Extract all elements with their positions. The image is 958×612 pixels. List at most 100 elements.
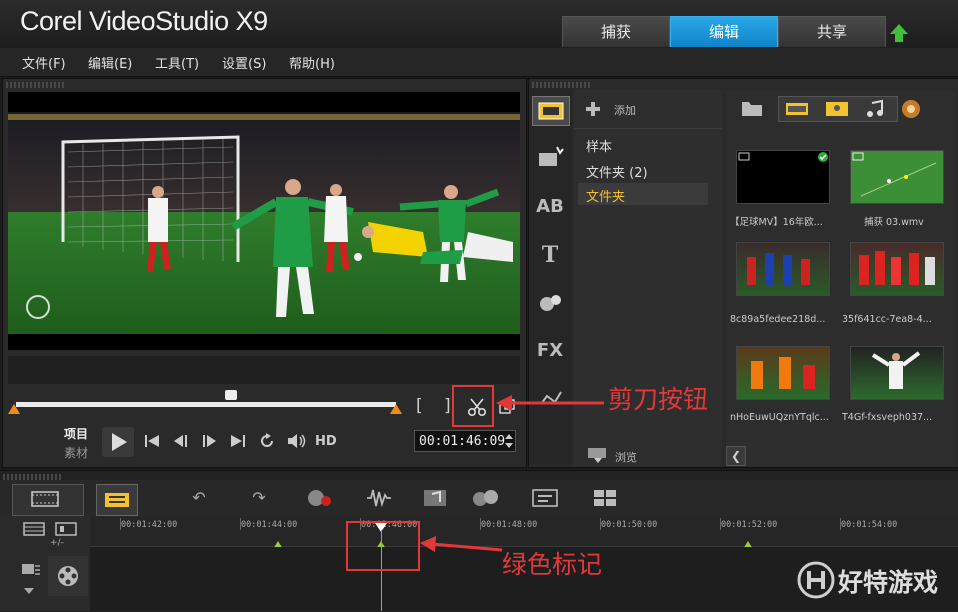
timecode-field[interactable]: 00:01:46:09 [414, 430, 516, 452]
divider [574, 128, 722, 129]
timeline-view-button[interactable] [96, 484, 138, 516]
scroll-left-button[interactable]: ❮ [726, 446, 746, 466]
graphic-icon[interactable] [537, 290, 565, 314]
thumbnail-caption: 35f641cc-7ea8-4... [842, 314, 932, 325]
sound-mixer-icon[interactable] [364, 486, 394, 510]
timeline-view-icon [105, 493, 129, 507]
annotation-arrow-icon [496, 395, 604, 411]
filter-fx-icon[interactable]: FX [536, 340, 564, 366]
redo-icon[interactable]: ↷ [244, 486, 274, 510]
menu-tools[interactable]: 工具(T) [155, 53, 199, 72]
mark-in-button[interactable]: [ [416, 396, 423, 416]
thumbnail-caption: nHoEuwUQznYTqlc... [730, 412, 829, 423]
motion-tracking-icon[interactable] [470, 486, 502, 510]
record-capture-icon[interactable] [304, 486, 334, 510]
player-separator [8, 356, 520, 384]
show-video-icon[interactable] [784, 100, 810, 118]
go-to-end-icon[interactable] [229, 433, 247, 449]
ruler-label: 00:01:44:00 [241, 520, 298, 530]
menu-bar [0, 48, 958, 77]
title-icon[interactable]: T [536, 242, 564, 268]
show-photo-icon[interactable] [824, 100, 850, 118]
zoom-control[interactable]: +/- [50, 538, 64, 548]
thumbnail-caption: 8c89a5fedee218d... [730, 314, 826, 325]
video-track-header[interactable] [48, 556, 88, 596]
previous-frame-icon[interactable] [171, 433, 191, 449]
scissors-annotation-label: 剪刀按钮 [608, 385, 709, 414]
chapter-marker-icon[interactable] [54, 521, 78, 537]
timecode-spinner-icon[interactable] [504, 432, 514, 450]
transition-icon[interactable]: AB [536, 196, 564, 222]
media-category-button[interactable] [532, 96, 570, 126]
trim-start-marker[interactable] [8, 404, 20, 414]
sort-icon[interactable] [900, 98, 922, 120]
thumbnail-image [871, 351, 921, 389]
subtitle-editor-icon[interactable] [530, 486, 560, 510]
tab-share[interactable]: 共享 [778, 16, 886, 47]
track-collapse-icon[interactable] [22, 586, 36, 596]
thumbnail-caption: 捕获 03.wmv [864, 217, 924, 228]
thumbnail-caption: 【足球MV】16年欧... [730, 217, 823, 228]
tab-capture[interactable]: 捕获 [562, 16, 670, 47]
auto-music-icon[interactable] [420, 486, 450, 510]
app-title: Corel VideoStudio X9 [20, 6, 268, 36]
browse-icon[interactable] [586, 446, 610, 464]
menu-file[interactable]: 文件(F) [22, 53, 66, 72]
mode-clip-label[interactable]: 素材 [64, 444, 88, 461]
ruler-label: 00:01:42:00 [121, 520, 178, 530]
add-folder-button[interactable]: 添加 [614, 102, 636, 118]
upload-arrow-icon[interactable] [888, 22, 910, 44]
repeat-icon[interactable] [258, 432, 276, 450]
browse-button[interactable]: 浏览 [615, 449, 637, 465]
next-frame-icon[interactable] [199, 433, 219, 449]
volume-icon[interactable] [286, 432, 308, 450]
undo-icon[interactable]: ↶ [184, 486, 214, 510]
video-preview[interactable] [8, 92, 520, 350]
folder-open-icon[interactable] [740, 98, 764, 118]
watermark-text: 好特游戏 [838, 568, 939, 597]
storyboard-view-icon[interactable] [28, 489, 62, 509]
ruler-label: 00:01:54:00 [841, 520, 898, 530]
menu-help[interactable]: 帮助(H) [289, 53, 335, 72]
play-button[interactable] [102, 427, 134, 457]
thumbnail[interactable] [736, 242, 830, 296]
add-plus-icon[interactable] [584, 100, 602, 118]
annotation-arrow-icon [420, 536, 503, 552]
thumbnail[interactable] [850, 150, 944, 204]
tab-edit[interactable]: 编辑 [670, 16, 778, 47]
play-icon [112, 433, 127, 451]
multi-camera-icon[interactable] [590, 486, 620, 510]
scrub-bar[interactable] [16, 402, 396, 407]
trim-end-marker[interactable] [390, 404, 402, 414]
scrubber-handle[interactable] [225, 390, 237, 400]
thumbnail[interactable] [736, 150, 830, 204]
mode-switch[interactable] [92, 430, 96, 456]
panel-grip[interactable] [6, 82, 66, 88]
instant-project-icon[interactable] [537, 145, 565, 169]
ruler-label: 00:01:48:00 [481, 520, 538, 530]
track-settings-icon[interactable] [20, 560, 42, 580]
folder-item[interactable]: 文件夹 [586, 186, 625, 205]
go-to-start-icon[interactable] [143, 433, 161, 449]
track-manager-icon[interactable] [22, 521, 46, 537]
menu-edit[interactable]: 编辑(E) [88, 53, 132, 72]
folder-item[interactable]: 样本 [586, 136, 612, 155]
thumbnail[interactable] [736, 346, 830, 400]
thumbnail-caption: T4Gf-fxsveph037... [842, 412, 933, 423]
thumbnail[interactable] [850, 346, 944, 400]
thumbnail-image [747, 253, 810, 285]
mode-project-label[interactable]: 项目 [64, 425, 88, 442]
marker-highlight-box [346, 521, 420, 571]
show-audio-icon[interactable] [864, 99, 886, 119]
scissors-highlight-box [452, 385, 494, 427]
hd-toggle[interactable]: HD [315, 434, 337, 449]
thumbnail-image [859, 251, 935, 285]
media-icon [538, 102, 564, 120]
menu-settings[interactable]: 设置(S) [222, 53, 266, 72]
folder-item[interactable]: 文件夹 (2) [586, 162, 648, 181]
video-frame-image [8, 92, 520, 350]
thumbnail-image [751, 357, 815, 389]
mark-out-button[interactable]: ] [444, 396, 451, 416]
thumbnail[interactable] [850, 242, 944, 296]
film-reel-icon [58, 566, 78, 586]
